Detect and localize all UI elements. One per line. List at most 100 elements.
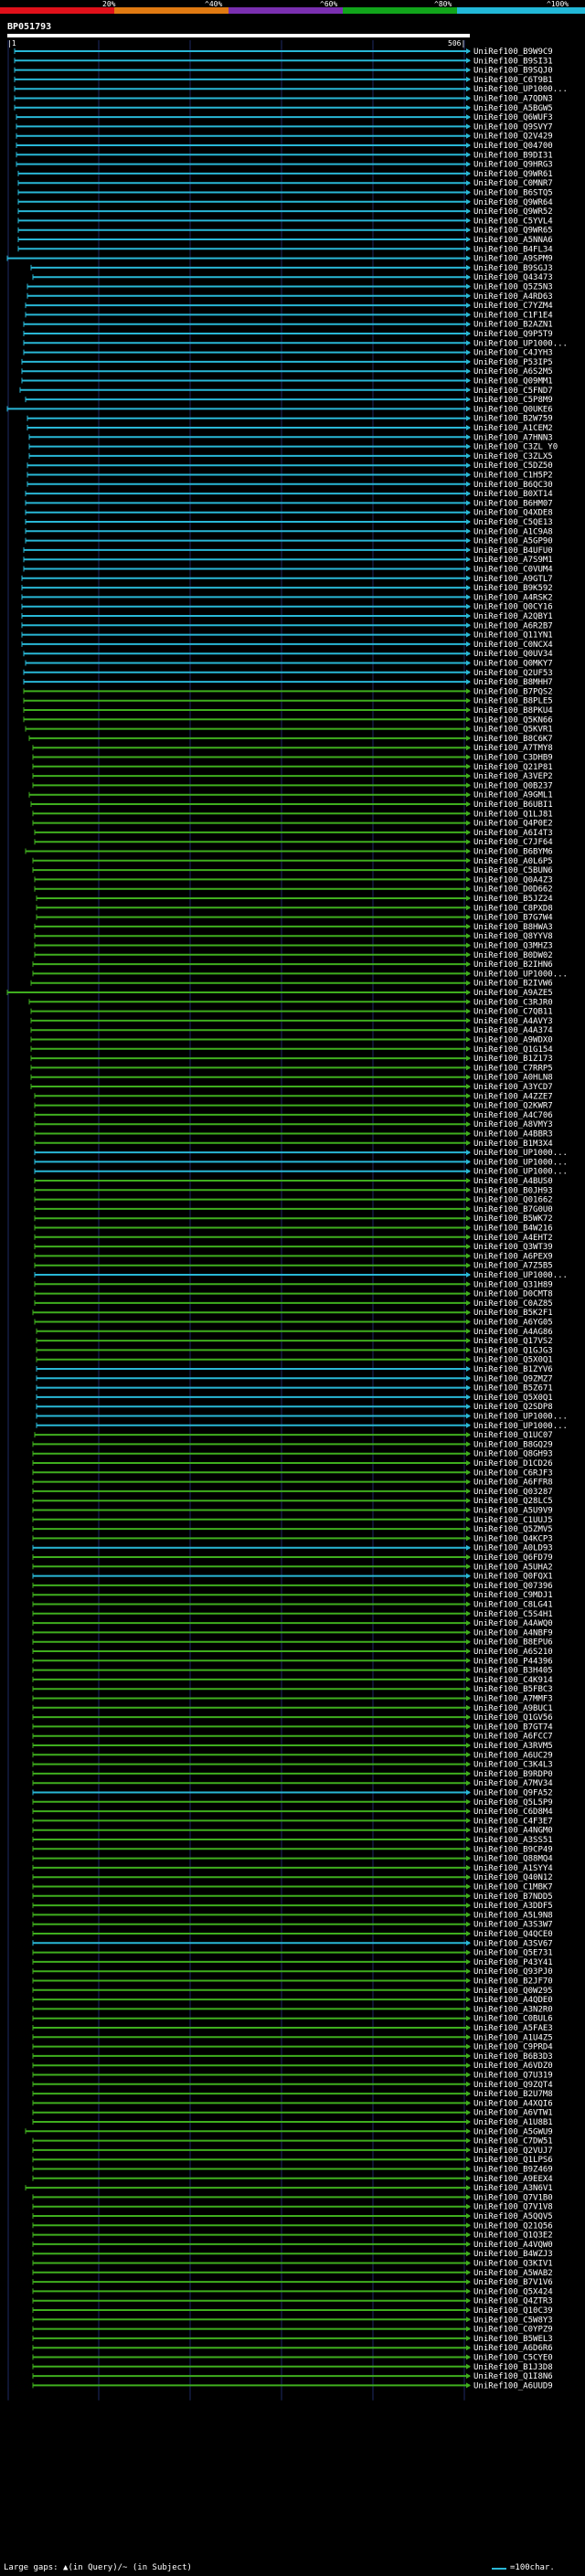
hit-row[interactable]: UniRef100_A1C9A8 — [25, 527, 553, 536]
hit-label[interactable]: UniRef100_B5JZ24 — [473, 895, 553, 904]
hit-label[interactable]: UniRef100_B1M3X4 — [473, 1140, 553, 1149]
hit-row[interactable]: UniRef100_A9GML1 — [28, 791, 553, 800]
hit-label[interactable]: UniRef100_Q5X0Q1 — [473, 1356, 553, 1365]
hit-row[interactable]: UniRef100_Q0A4Z3 — [34, 875, 553, 885]
hit-row[interactable]: UniRef100_B1M3X4 — [34, 1140, 553, 1149]
hit-row[interactable]: UniRef100_B2W759 — [27, 415, 553, 424]
hit-row[interactable]: UniRef100_A5L9N8 — [32, 1911, 553, 1920]
hit-row[interactable]: UniRef100_Q04700 — [16, 142, 553, 151]
hit-row[interactable]: UniRef100_Q0W295 — [32, 1987, 553, 1996]
hit-row[interactable]: UniRef100_A7S9M1 — [23, 556, 553, 565]
hit-label[interactable]: UniRef100_C7RRP5 — [473, 1064, 553, 1073]
hit-row[interactable]: UniRef100_Q93PJ0 — [32, 1967, 553, 1977]
hit-row[interactable]: UniRef100_B9Z469 — [32, 2166, 553, 2175]
hit-label[interactable]: UniRef100_Q5KN66 — [473, 716, 553, 725]
hit-label[interactable]: UniRef100_Q1I8N6 — [473, 2372, 553, 2381]
hit-row[interactable]: UniRef100_A6UUD9 — [32, 2381, 553, 2390]
hit-label[interactable]: UniRef100_B2IVW6 — [473, 980, 553, 989]
hit-label[interactable]: UniRef100_C7YZM4 — [473, 302, 553, 311]
hit-label[interactable]: UniRef100_A9SPM9 — [473, 255, 553, 264]
hit-label[interactable]: UniRef100_B8PKU4 — [473, 706, 553, 716]
hit-row[interactable]: UniRef100_Q9SVY7 — [16, 122, 553, 132]
hit-row[interactable]: UniRef100_Q3WT39 — [34, 1243, 553, 1252]
hit-label[interactable]: UniRef100_UP1000... — [473, 1149, 568, 1158]
hit-label[interactable]: UniRef100_Q09MM1 — [473, 377, 553, 387]
hit-row[interactable]: UniRef100_A6VTW1 — [32, 2109, 553, 2118]
hit-row[interactable]: UniRef100_A7TMY8 — [32, 744, 553, 753]
hit-label[interactable]: UniRef100_A9BUC1 — [473, 1704, 553, 1713]
hit-row[interactable]: UniRef100_Q07396 — [32, 1582, 553, 1591]
hit-label[interactable]: UniRef100_C0YPZ9 — [473, 2326, 553, 2335]
hit-label[interactable]: UniRef100_B9K592 — [473, 584, 553, 593]
hit-label[interactable]: UniRef100_C6D8M4 — [473, 1807, 553, 1817]
hit-label[interactable]: UniRef100_Q3KIV1 — [473, 2260, 553, 2269]
hit-row[interactable]: UniRef100_Q2SDP8 — [36, 1403, 553, 1412]
hit-label[interactable]: UniRef100_A5L9N8 — [473, 1911, 553, 1920]
hit-label[interactable]: UniRef100_C5S4H1 — [473, 1610, 553, 1619]
hit-label[interactable]: UniRef100_Q7V1V8 — [473, 2203, 553, 2212]
hit-row[interactable]: UniRef100_C0AZ85 — [34, 1299, 553, 1309]
hit-label[interactable]: UniRef100_Q0B237 — [473, 781, 553, 790]
hit-label[interactable]: UniRef100_A3N2R0 — [473, 2005, 553, 2014]
hit-label[interactable]: UniRef100_Q31H89 — [473, 1280, 553, 1289]
hit-label[interactable]: UniRef100_B7V1V6 — [473, 2278, 553, 2287]
hit-row[interactable]: UniRef100_B6HM07 — [25, 499, 553, 508]
hit-row[interactable]: UniRef100_C6D8M4 — [32, 1807, 553, 1817]
hit-label[interactable]: UniRef100_Q04700 — [473, 142, 553, 151]
hit-label[interactable]: UniRef100_C0AZ85 — [473, 1299, 553, 1309]
hit-row[interactable]: UniRef100_B8GQ29 — [32, 1440, 553, 1449]
hit-label[interactable]: UniRef100_P43Y41 — [473, 1958, 553, 1967]
hit-label[interactable]: UniRef100_A4A374 — [473, 1026, 553, 1035]
hit-row[interactable]: UniRef100_A6YG05 — [34, 1319, 553, 1328]
hit-row[interactable]: UniRef100_A0L6P5 — [32, 857, 553, 866]
hit-label[interactable]: UniRef100_C1H5P2 — [473, 472, 553, 481]
hit-row[interactable]: UniRef100_B7V1V6 — [32, 2278, 553, 2287]
hit-label[interactable]: UniRef100_C4K914 — [473, 1676, 553, 1685]
hit-label[interactable]: UniRef100_C5FND7 — [473, 387, 553, 396]
hit-row[interactable]: UniRef100_A4AVY3 — [30, 1017, 553, 1026]
hit-row[interactable]: UniRef100_A3DDF5 — [32, 1902, 553, 1911]
hit-row[interactable]: UniRef100_C5S4H1 — [32, 1610, 553, 1619]
hit-label[interactable]: UniRef100_C4F3E7 — [473, 1817, 553, 1826]
hit-label[interactable]: UniRef100_Q1Q3E2 — [473, 2231, 553, 2241]
hit-row[interactable]: UniRef100_C1UUJ5 — [32, 1516, 553, 1525]
hit-label[interactable]: UniRef100_B1ZYV6 — [473, 1365, 553, 1374]
hit-label[interactable]: UniRef100_A4BBR3 — [473, 1130, 553, 1140]
hit-row[interactable]: UniRef100_Q5X0Q1 — [36, 1394, 553, 1403]
hit-label[interactable]: UniRef100_Q0W295 — [473, 1987, 553, 1996]
hit-row[interactable]: UniRef100_A0HLN8 — [30, 1074, 553, 1083]
hit-label[interactable]: UniRef100_A6R2B7 — [473, 621, 553, 631]
hit-row[interactable]: UniRef100_B3H405 — [32, 1667, 553, 1676]
hit-row[interactable]: UniRef100_B5K2F1 — [32, 1309, 553, 1318]
hit-label[interactable]: UniRef100_C3ZL Y0 — [473, 443, 558, 452]
hit-row[interactable]: UniRef100_Q5L5P9 — [32, 1798, 553, 1807]
hit-row[interactable]: UniRef100_B6QC30 — [27, 481, 553, 490]
hit-row[interactable]: UniRef100_C1F1E4 — [25, 311, 553, 320]
hit-row[interactable]: UniRef100_UP1000... — [34, 1149, 568, 1158]
hit-row[interactable]: UniRef100_C5QE13 — [25, 518, 553, 527]
hit-row[interactable]: UniRef100_A5BGW5 — [14, 104, 553, 113]
hit-row[interactable]: UniRef100_A8VMY3 — [34, 1120, 553, 1129]
hit-row[interactable]: UniRef100_A3VEP2 — [32, 772, 553, 781]
hit-label[interactable]: UniRef100_B8PLE5 — [473, 697, 553, 706]
hit-row[interactable]: UniRef100_A3N2R0 — [32, 2005, 553, 2014]
hit-label[interactable]: UniRef100_Q5KVR1 — [473, 726, 553, 735]
hit-label[interactable]: UniRef100_A6FCC7 — [473, 1733, 553, 1742]
hit-row[interactable]: UniRef100_Q2KWR7 — [34, 1102, 553, 1111]
hit-row[interactable]: UniRef100_A2QBY1 — [21, 612, 553, 621]
hit-label[interactable]: UniRef100_B0JH93 — [473, 1186, 553, 1195]
hit-row[interactable]: UniRef100_A5U9V9 — [32, 1507, 553, 1516]
hit-label[interactable]: UniRef100_B5Z671 — [473, 1384, 553, 1394]
hit-row[interactable]: UniRef100_C5DZ50 — [27, 461, 553, 471]
hit-row[interactable]: UniRef100_A1CEM2 — [27, 424, 553, 433]
hit-row[interactable]: UniRef100_UP1000... — [23, 339, 568, 348]
hit-label[interactable]: UniRef100_Q8GH93 — [473, 1450, 553, 1459]
hit-label[interactable]: UniRef100_Q9WR61 — [473, 170, 553, 179]
hit-label[interactable]: UniRef100_A4RSK2 — [473, 593, 553, 602]
hit-label[interactable]: UniRef100_Q9WR65 — [473, 227, 553, 236]
hit-row[interactable]: UniRef100_Q1LJ81 — [32, 810, 553, 819]
hit-label[interactable]: UniRef100_A9GML1 — [473, 791, 553, 800]
hit-row[interactable]: UniRef100_B9CP49 — [32, 1845, 553, 1854]
hit-row[interactable]: UniRef100_C6T9B1 — [14, 76, 553, 85]
hit-label[interactable]: UniRef100_C9MDJ1 — [473, 1591, 553, 1600]
